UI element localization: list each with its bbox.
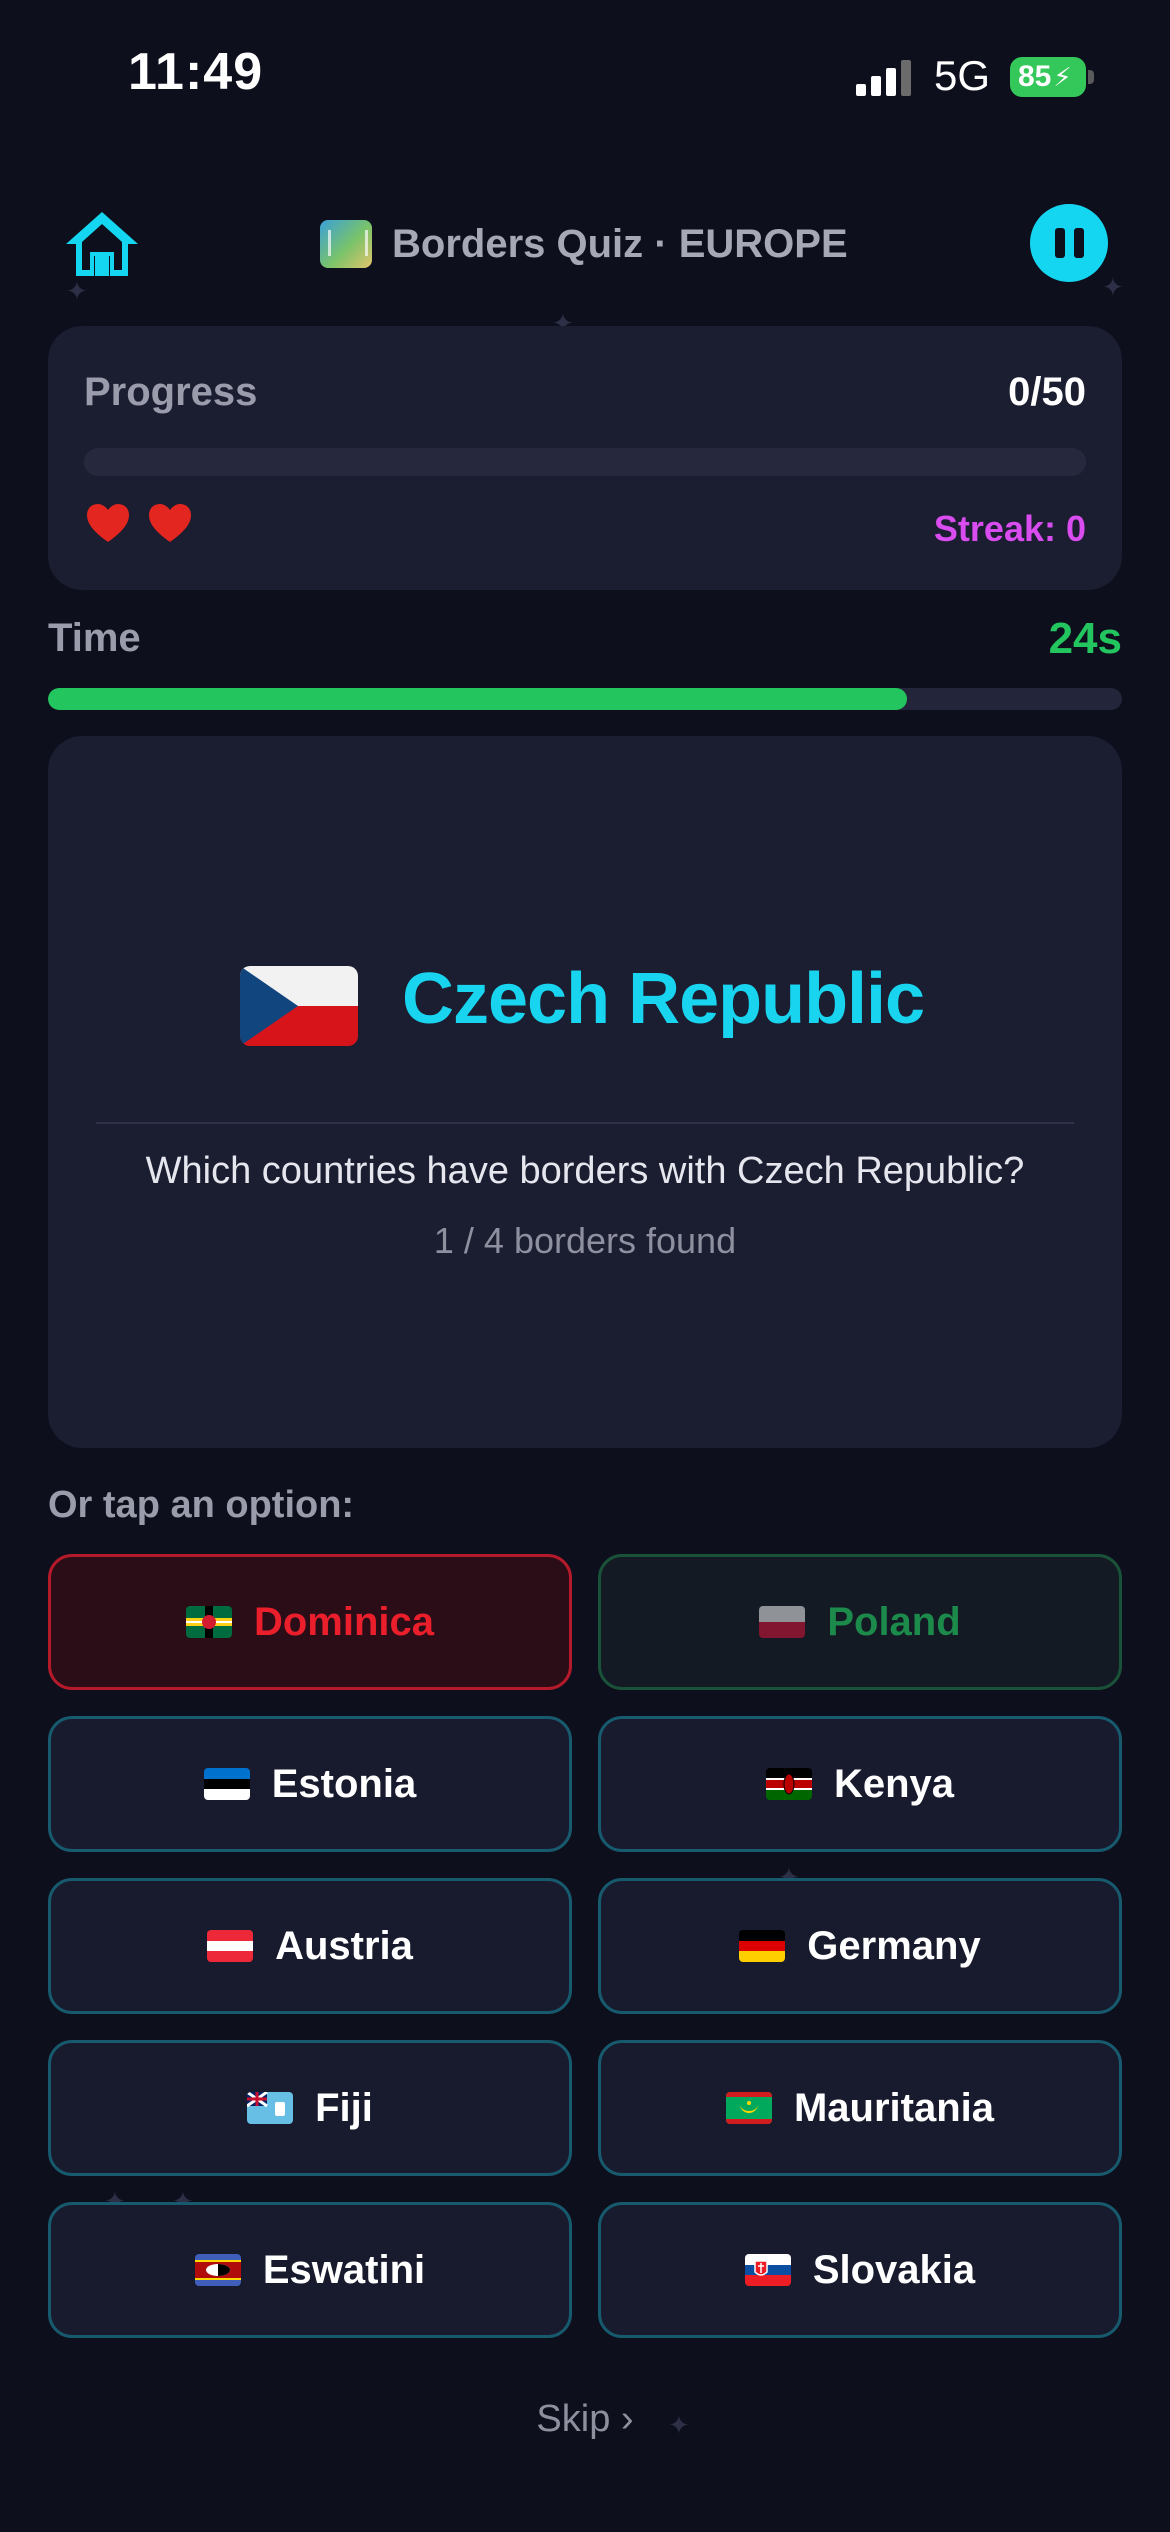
flag-fiji-icon [247,2092,294,2124]
option-label: Poland [827,1599,961,1644]
option-label: Fiji [315,2085,373,2130]
option-estonia[interactable]: Estonia [48,1716,572,1852]
option-label: Germany [807,1923,981,1968]
option-dominica[interactable]: Dominica [48,1554,572,1690]
pause-icon [1054,228,1065,258]
quiz-title: Borders Quiz · EUROPE [320,214,848,274]
borders-found: 1 / 4 borders found [433,1220,737,1261]
option-label: Slovakia [812,2247,976,2292]
sparkle-icon: ✦ [1102,272,1124,302]
progress-bar [84,448,1086,476]
home-button[interactable] [62,208,142,280]
heart-icon [87,504,129,542]
country-name: Czech Republic [402,959,925,1039]
option-label: Kenya [833,1761,955,1806]
lives [84,500,194,548]
flag-eswatini-icon [194,2254,241,2286]
flag-dominica-icon [185,1606,232,1638]
battery-cap [1088,70,1094,84]
home-icon [66,212,138,276]
flag-poland-icon [759,1606,806,1638]
option-slovakia[interactable]: Slovakia [598,2202,1122,2338]
option-label: Estonia [271,1761,417,1806]
world-map-icon [320,220,372,268]
option-label: Mauritania [793,2085,995,2130]
sparkle-icon: ✦ [66,276,88,306]
skip-button[interactable]: Skip › [48,2398,1122,2441]
progress-label: Progress [84,370,258,414]
heart-icon [149,504,191,542]
flag-germany-icon [739,1930,786,1962]
option-eswatini[interactable]: Eswatini [48,2202,572,2338]
pause-button[interactable] [1030,204,1108,282]
option-label: Eswatini [262,2247,426,2292]
divider [96,1122,1074,1124]
option-fiji[interactable]: Fiji [48,2040,572,2176]
option-label: Dominica [253,1599,435,1644]
timer-bar [48,688,1122,710]
option-germany[interactable]: Germany [598,1878,1122,2014]
flag-austria-icon [207,1930,254,1962]
flag-mauritania-icon [725,2092,772,2124]
flag-estonia-icon [203,1768,250,1800]
timer-value: 24s [1048,614,1122,663]
question-card [48,736,1122,1448]
streak-counter: Streak: 0 [933,508,1086,549]
question-text: Which countries have borders with Czech … [145,1150,1025,1192]
timer-bar-fill [48,688,908,710]
network-label: 5G [934,52,991,99]
timer-label: Time [48,616,141,660]
signal-icon [856,60,912,96]
battery-level: 85 [1018,60,1052,93]
options-label: Or tap an option: [48,1484,355,1526]
status-time: 11:49 [128,43,264,101]
option-austria[interactable]: Austria [48,1878,572,2014]
option-poland[interactable]: Poland [598,1554,1122,1690]
progress-count: 0/50 [1008,370,1086,414]
flag-czech-republic-icon [240,966,358,1046]
option-mauritania[interactable]: Mauritania [598,2040,1122,2176]
quiz-title-text: Borders Quiz · EUROPE [392,221,848,266]
flag-slovakia-icon [744,2254,791,2286]
flag-kenya-icon [765,1768,812,1800]
option-kenya[interactable]: Kenya [598,1716,1122,1852]
battery-icon: 85 ⚡ [1010,57,1086,97]
option-label: Austria [275,1923,413,1968]
charging-icon: ⚡ [1053,61,1072,92]
